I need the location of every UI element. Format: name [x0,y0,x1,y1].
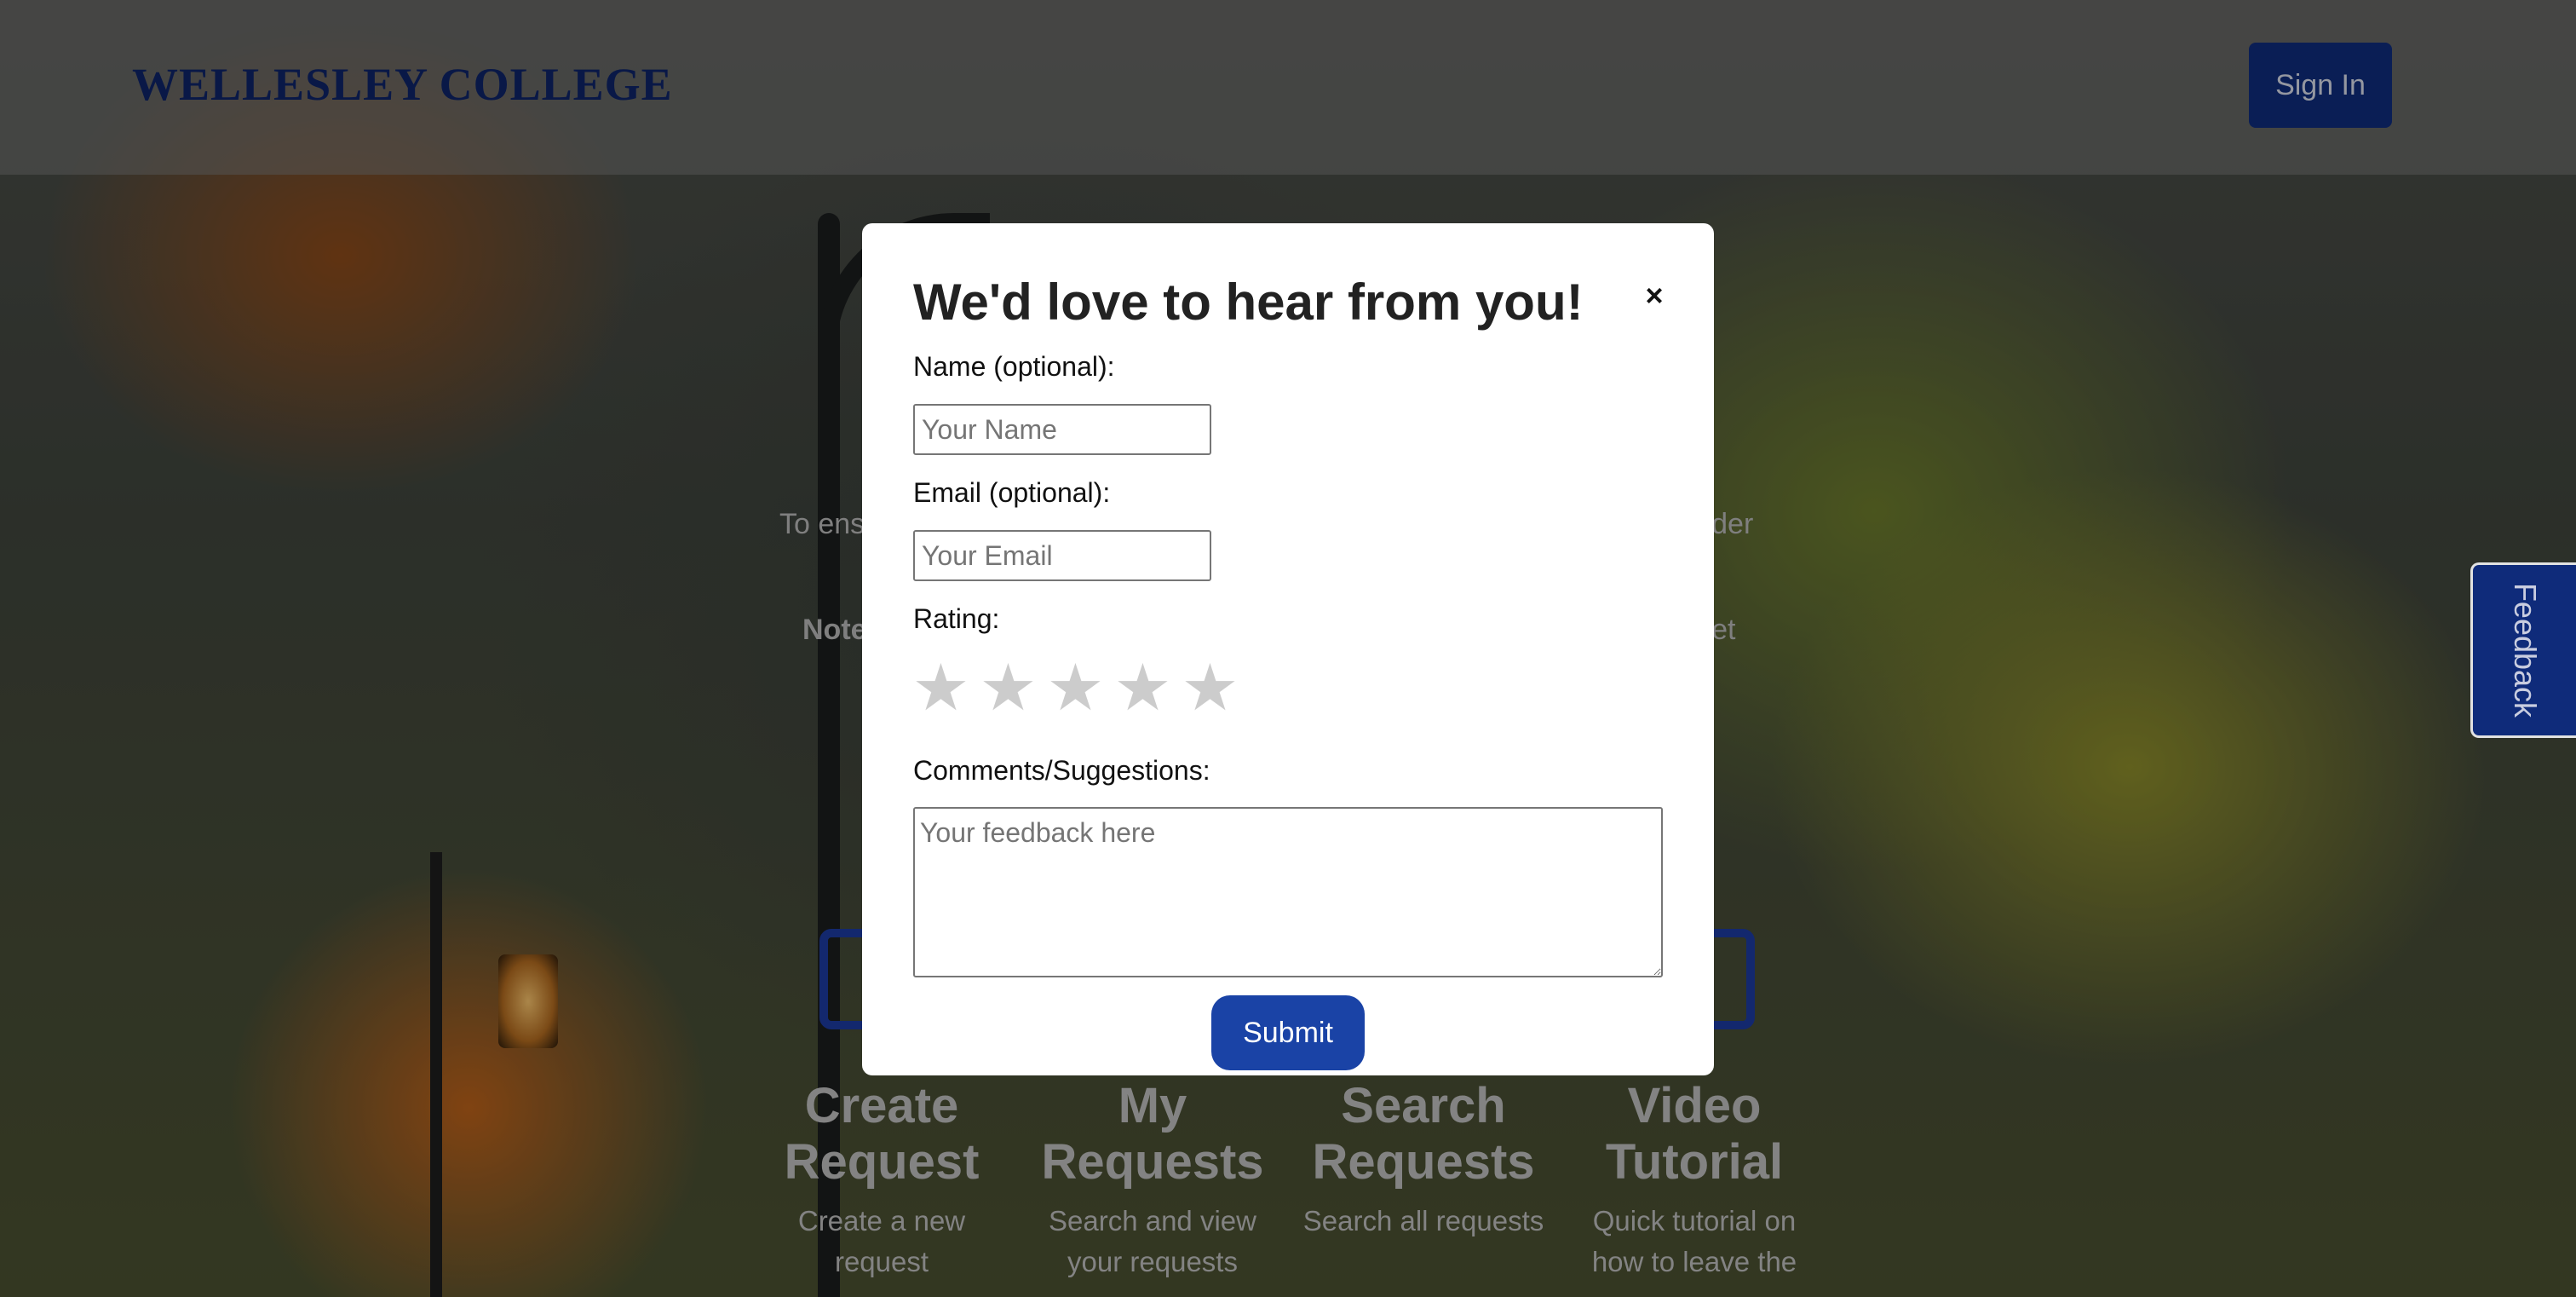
email-label: Email (optional): [913,477,1111,508]
name-label: Name (optional): [913,351,1115,382]
modal-title: We'd love to hear from you! [913,274,1584,331]
star-icon[interactable]: ★ [1112,654,1174,723]
star-icon[interactable]: ★ [977,654,1039,723]
name-input[interactable] [913,404,1211,455]
star-icon[interactable]: ★ [1179,654,1241,723]
star-icon[interactable]: ★ [1044,654,1107,723]
star-rating: ★ ★ ★ ★ ★ [910,654,1241,723]
close-icon[interactable]: × [1637,279,1671,313]
rating-label: Rating: [913,603,1000,634]
page: WELLESLEY COLLEGE Sign In To ens t order… [0,0,2576,1297]
feedback-tab-label: Feedback [2507,582,2543,718]
feedback-modal: We'd love to hear from you! × Name (opti… [862,223,1714,1075]
feedback-tab[interactable]: Feedback [2470,562,2576,738]
star-icon[interactable]: ★ [910,654,972,723]
email-input[interactable] [913,530,1211,581]
submit-button[interactable]: Submit [1211,995,1365,1070]
comments-label: Comments/Suggestions: [913,755,1210,786]
comments-textarea[interactable] [913,807,1663,977]
